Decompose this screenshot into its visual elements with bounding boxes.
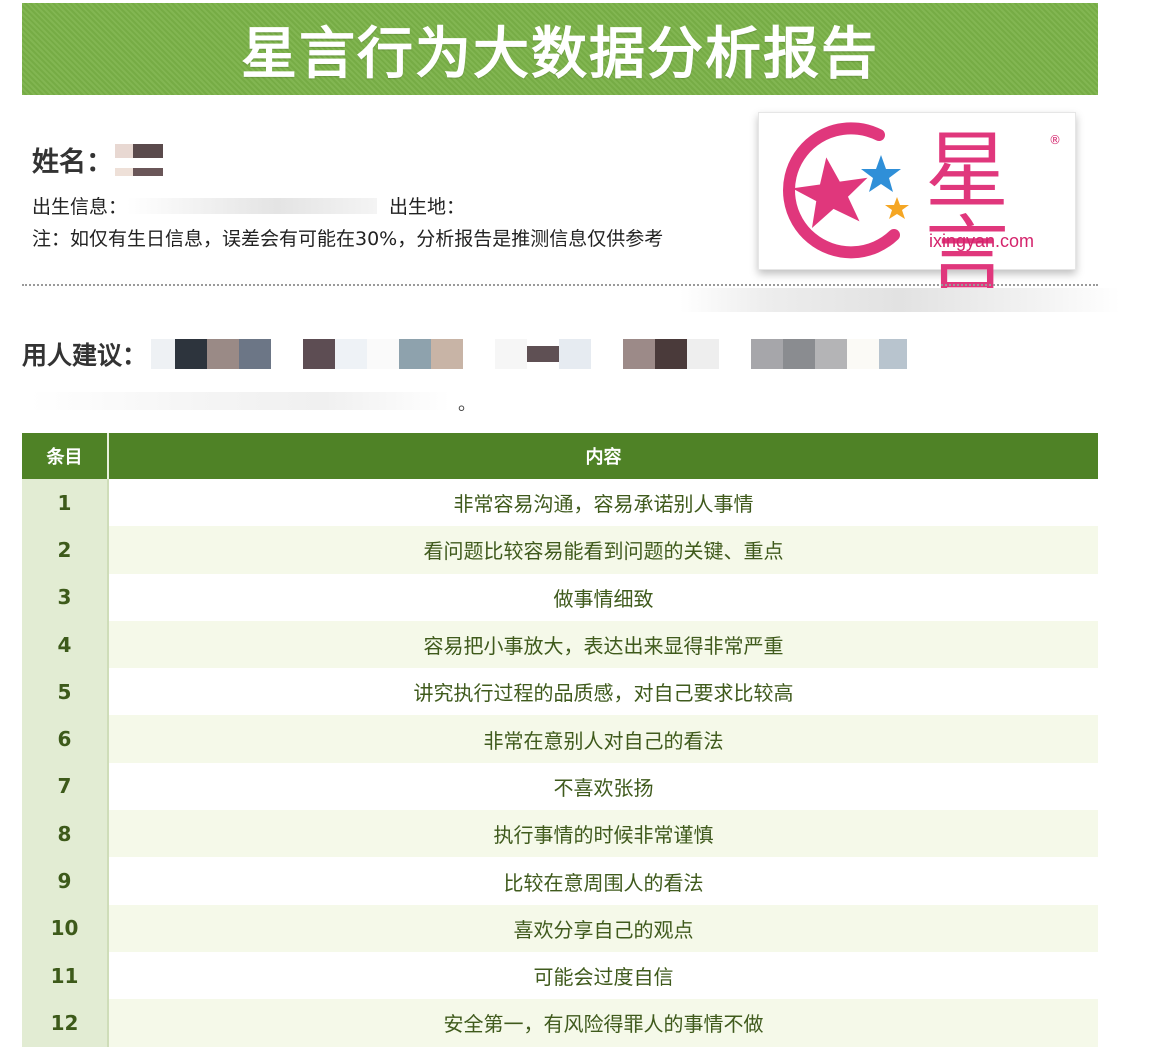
registered-mark-icon: ® [1049,133,1061,147]
birth-label: 出生信息： [32,196,128,218]
birth-info-redacted [127,197,378,214]
table-row: 9 比较在意周围人的看法 [22,857,1098,905]
title-banner: 星言行为大数据分析报告 [22,3,1098,95]
row-content: 不喜欢张扬 [108,762,1098,811]
name-row: 姓名： [32,140,163,179]
row-index: 1 [22,479,109,527]
table-row: 3 做事情细致 [22,573,1098,621]
row-content: 非常在意别人对自己的看法 [108,715,1098,763]
section-divider [22,284,1098,286]
table-row: 8 执行事情的时候非常谨慎 [22,810,1098,858]
row-index: 12 [22,999,109,1047]
logo-mark-icon [783,122,909,259]
row-content: 讲究执行过程的品质感，对自己要求比较高 [108,668,1098,716]
advice-end-mark: 。 [458,394,476,415]
name-label: 姓名： [32,147,113,178]
row-content: 看问题比较容易能看到问题的关键、重点 [108,526,1098,574]
table-row: 7 不喜欢张扬 [22,762,1098,811]
row-index: 9 [22,857,109,905]
table-row: 5 讲究执行过程的品质感，对自己要求比较高 [22,668,1098,716]
birth-info-row: 出生信息： 出生地： [32,192,465,219]
advice-redacted-mosaic [151,339,908,369]
disclaimer-note: 注：如仅有生日信息，误差会有可能在30%，分析报告是推测信息仅供参考 [32,228,664,250]
row-content: 执行事情的时候非常谨慎 [108,810,1098,858]
logo-brand-text: 星言 [925,122,1010,304]
table-row: 12 安全第一，有风险得罪人的事情不做 [22,999,1098,1047]
divider-redaction [680,288,1120,312]
table-row: 2 看问题比较容易能看到问题的关键、重点 [22,526,1098,574]
table-row: 10 喜欢分享自己的观点 [22,904,1098,952]
header-index: 条目 [22,433,109,479]
report-page: 星言行为大数据分析报告 姓名： 出生信息： 出生地： 注：如仅有生日信息，误差会… [0,0,1176,1056]
row-content: 喜欢分享自己的观点 [108,904,1098,952]
table-row: 6 非常在意别人对自己的看法 [22,715,1098,763]
advice-label: 用人建议： [22,341,148,370]
table-row: 4 容易把小事放大，表达出来显得非常严重 [22,620,1098,669]
row-content: 非常容易沟通，容易承诺别人事情 [108,479,1098,527]
row-index: 10 [22,904,109,952]
advice-redaction-line2 [30,392,450,410]
brand-logo: 星言 ® ixingyan.com [758,112,1076,297]
table-row: 11 可能会过度自信 [22,951,1098,1000]
row-content: 做事情细致 [108,573,1098,621]
row-content: 容易把小事放大，表达出来显得非常严重 [108,620,1098,669]
row-index: 5 [22,668,109,716]
row-content: 比较在意周围人的看法 [108,857,1098,905]
row-index: 4 [22,620,109,669]
report-title: 星言行为大数据分析报告 [241,20,879,87]
row-index: 7 [22,762,109,811]
logo-domain: ixingyan.com [929,231,1035,251]
row-content: 安全第一，有风险得罪人的事情不做 [108,999,1098,1047]
name-redacted [115,143,163,176]
hiring-advice-row: 用人建议： [22,336,908,372]
row-content: 可能会过度自信 [108,951,1098,1000]
row-index: 6 [22,715,109,763]
row-index: 3 [22,573,109,621]
row-index: 8 [22,810,109,858]
analysis-table: 条目 内容 1 非常容易沟通，容易承诺别人事情 2 看问题比较容易能看到问题的关… [22,433,1098,1047]
birth-place-label: 出生地： [389,196,466,218]
header-content: 内容 [108,433,1098,479]
row-index: 2 [22,526,109,574]
row-index: 11 [22,951,109,1000]
table-header-row: 条目 内容 [22,433,1098,479]
table-row: 1 非常容易沟通，容易承诺别人事情 [22,479,1098,527]
